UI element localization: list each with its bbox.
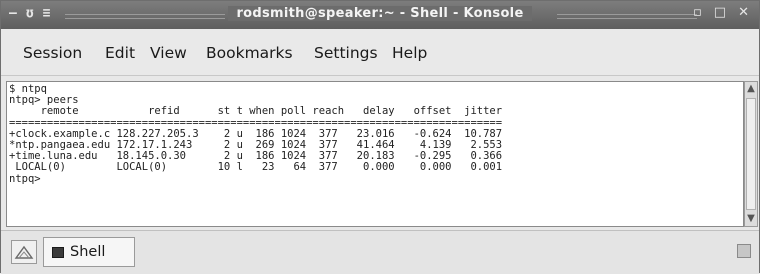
window-title: rodsmith@speaker:~ - Shell - Konsole xyxy=(228,6,532,21)
title-bar-right-controls: ▫ □ ✕ xyxy=(693,5,749,20)
close-icon[interactable]: ✕ xyxy=(738,5,749,20)
menu-help[interactable]: Help xyxy=(392,44,427,62)
scrollbar-thumb[interactable] xyxy=(746,98,756,210)
scroll-up-icon[interactable]: ▲ xyxy=(746,84,756,94)
new-session-button[interactable] xyxy=(11,240,37,264)
new-session-icon xyxy=(14,245,34,259)
menu-bar: Session Edit View Bookmarks Settings Hel… xyxy=(1,29,759,76)
terminal-output: $ ntpq ntpq> peers remote refid st t whe… xyxy=(9,83,503,185)
terminal-line: $ ntpq xyxy=(9,83,47,95)
tab-label: Shell xyxy=(70,244,106,260)
konsole-window: – ʊ ≡ rodsmith@speaker:~ - Shell - Konso… xyxy=(0,0,760,274)
terminal-area[interactable]: $ ntpq ntpq> peers remote refid st t whe… xyxy=(6,81,744,227)
close-session-button[interactable] xyxy=(737,244,751,258)
scroll-down-icon[interactable]: ▼ xyxy=(746,214,756,224)
menu-settings[interactable]: Settings xyxy=(314,44,378,62)
terminal-line: *ntp.pangaea.edu 172.17.1.243 2 u 269 10… xyxy=(9,139,503,152)
tab-shell[interactable]: Shell xyxy=(43,237,135,267)
terminal-line: remote refid st t when poll reach delay … xyxy=(9,105,503,118)
terminal-line: +time.luna.edu 18.145.0.30 2 u 186 1024 … xyxy=(9,150,503,163)
title-bar[interactable]: – ʊ ≡ rodsmith@speaker:~ - Shell - Konso… xyxy=(1,1,759,29)
terminal-line: ========================================… xyxy=(9,116,503,129)
menu-bookmarks[interactable]: Bookmarks xyxy=(206,44,293,62)
terminal-line: ntpq> peers xyxy=(9,94,79,107)
terminal-prompt: ntpq> xyxy=(9,172,41,185)
window-title-wrap: rodsmith@speaker:~ - Shell - Konsole xyxy=(1,6,759,21)
maximize-icon[interactable]: □ xyxy=(714,5,726,20)
menu-session[interactable]: Session xyxy=(23,44,82,62)
tab-bar: Shell xyxy=(1,230,759,274)
menu-view[interactable]: View xyxy=(150,44,187,62)
terminal-line: LOCAL(0) LOCAL(0) 10 l 23 64 377 0.000 0… xyxy=(9,161,503,174)
terminal-line: +clock.example.c 128.227.205.3 2 u 186 1… xyxy=(9,127,503,140)
menu-edit[interactable]: Edit xyxy=(105,44,135,62)
terminal-scrollbar[interactable]: ▲ ▼ xyxy=(744,81,758,227)
minimize-icon[interactable]: ▫ xyxy=(693,5,702,20)
terminal-icon xyxy=(52,247,64,258)
